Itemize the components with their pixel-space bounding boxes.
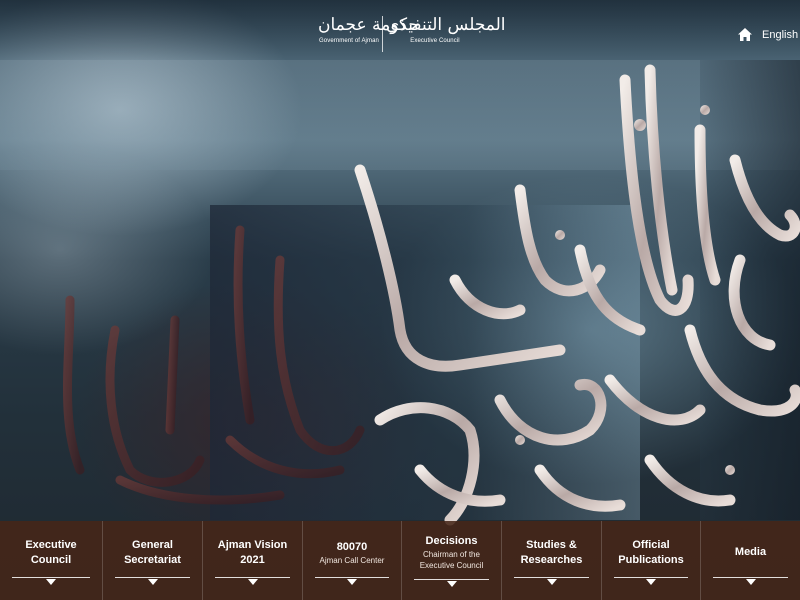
government-of-ajman-logo[interactable]: حكومة عجمان Government of Ajman (318, 14, 419, 46)
nav-underline (12, 577, 90, 578)
nav-underline (514, 577, 589, 578)
nav-decisions[interactable]: Decisions Chairman of the Executive Coun… (402, 521, 502, 600)
nav-underline (614, 577, 688, 578)
nav-underline (215, 577, 290, 578)
chevron-down-icon (745, 579, 756, 585)
chevron-down-icon (147, 579, 158, 585)
site-header: حكومة عجمان Government of Ajman المجلس ا… (0, 0, 800, 62)
nav-general-secretariat[interactable]: General Secretariat (103, 521, 203, 600)
nav-item-subtitle: Chairman of the Executive Council (419, 550, 484, 570)
nav-official-publications[interactable]: Official Publications (602, 521, 701, 600)
chevron-down-icon (646, 579, 656, 585)
gov-logo-english: Government of Ajman (319, 38, 379, 44)
nav-ajman-vision-2021[interactable]: Ajman Vision 2021 (203, 521, 303, 600)
executive-council-logo[interactable]: المجلس التنفيذي Executive Council (386, 14, 506, 46)
nav-studies-researches[interactable]: Studies & Researches (502, 521, 602, 600)
nav-underline (115, 577, 190, 578)
council-logo-english: Executive Council (410, 38, 460, 44)
nav-underline (315, 577, 389, 578)
logo-divider (382, 16, 383, 52)
main-navigation: Executive Council General Secretariat Aj… (0, 521, 800, 600)
nav-item-title: Studies & Researches (520, 538, 583, 566)
nav-media[interactable]: Media (701, 521, 800, 600)
chevron-down-icon (446, 581, 457, 587)
language-switch-link[interactable]: English / (762, 29, 800, 41)
nav-item-title: Official Publications (618, 538, 684, 566)
nav-item-title: Media (734, 546, 767, 558)
nav-item-title: Ajman Vision 2021 (217, 538, 288, 566)
nav-item-title: Decisions (425, 535, 478, 547)
council-logo-arabic: المجلس التنفيذي (386, 15, 506, 35)
nav-item-title: 80070 (336, 540, 368, 553)
nav-item-title: Executive Council (25, 538, 77, 566)
chevron-down-icon (546, 579, 557, 585)
nav-call-center[interactable]: 80070 Ajman Call Center (303, 521, 402, 600)
nav-underline (713, 577, 788, 578)
calligraphy-sculpture (63, 64, 800, 526)
chevron-down-icon (347, 579, 357, 585)
gov-logo-arabic: حكومة عجمان (318, 15, 419, 35)
home-icon[interactable] (738, 28, 752, 41)
nav-executive-council[interactable]: Executive Council (0, 521, 103, 600)
nav-item-title: General Secretariat (124, 538, 181, 566)
nav-item-subtitle: Ajman Call Center (319, 555, 385, 565)
nav-underline (414, 579, 489, 580)
chevron-down-icon (46, 579, 56, 585)
chevron-down-icon (247, 579, 258, 585)
